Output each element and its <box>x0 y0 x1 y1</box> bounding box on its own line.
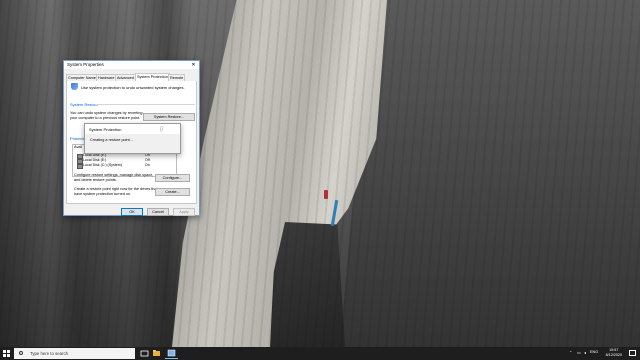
windows-start-icon[interactable] <box>3 350 10 357</box>
tab-system-protection[interactable]: System Protection <box>135 73 170 81</box>
taskbar-clock[interactable]: 15:57 8/12/2020 <box>606 348 622 358</box>
configure-button[interactable]: Configure... <box>155 174 190 182</box>
window-title: System Properties <box>67 62 104 67</box>
language-indicator[interactable]: ENG <box>590 350 598 354</box>
intro-text: Use system protection to undo unwanted s… <box>81 85 185 90</box>
configure-text: Configure restore settings, manage disk … <box>74 173 154 182</box>
tab-computer-name[interactable]: Computer Name <box>66 74 98 81</box>
system-protection-dialog: System Protection Creating a restore poi… <box>84 123 181 154</box>
tab-hardware[interactable]: Hardware <box>96 74 117 81</box>
file-explorer-icon[interactable] <box>152 349 161 358</box>
divider <box>95 104 195 105</box>
volume-icon[interactable]: ◂ <box>584 350 586 355</box>
mouse-cursor-icon <box>161 127 163 132</box>
system-properties-taskbar-icon[interactable] <box>167 349 176 358</box>
active-app-indicator <box>165 358 178 359</box>
create-button[interactable]: Create... <box>155 188 190 196</box>
create-text: Create a restore point right now for the… <box>74 187 158 196</box>
taskbar-search-box[interactable]: Type here to search <box>14 348 135 359</box>
apply-button[interactable]: Apply <box>173 208 195 216</box>
search-placeholder: Type here to search <box>30 351 68 356</box>
tab-advanced[interactable]: Advanced <box>115 74 136 81</box>
tray-chevron-icon[interactable]: ⌃ <box>569 350 572 355</box>
list-item[interactable]: Local Disk (C:) (System) On <box>77 163 150 169</box>
system-restore-text: You can undo system changes by reverting… <box>70 111 143 120</box>
window-titlebar[interactable]: System Properties ✕ <box>64 61 199 69</box>
search-icon <box>19 351 23 355</box>
shield-icon <box>71 83 78 90</box>
close-icon[interactable]: ✕ <box>189 61 198 69</box>
notifications-icon[interactable] <box>629 350 636 356</box>
dialog-title: System Protection <box>89 127 122 132</box>
tab-remote[interactable]: Remote <box>168 74 186 81</box>
task-view-icon[interactable] <box>140 349 149 358</box>
network-icon[interactable]: ▭ <box>577 350 581 355</box>
list-item[interactable]: Local Disk (E:) Off <box>77 158 150 164</box>
taskbar: Type here to search ⌃ ▭ ◂ ENG 15:57 8/12… <box>0 347 640 360</box>
list-header-available: Avail <box>74 145 83 149</box>
system-restore-button[interactable]: System Restore... <box>143 113 195 121</box>
cancel-button[interactable]: Cancel <box>147 208 169 216</box>
ok-button[interactable]: OK <box>121 208 143 216</box>
climber-figure <box>324 190 328 199</box>
dialog-body: Creating a restore point... <box>85 134 180 153</box>
drive-icon <box>77 164 83 169</box>
progress-message: Creating a restore point... <box>90 138 133 142</box>
